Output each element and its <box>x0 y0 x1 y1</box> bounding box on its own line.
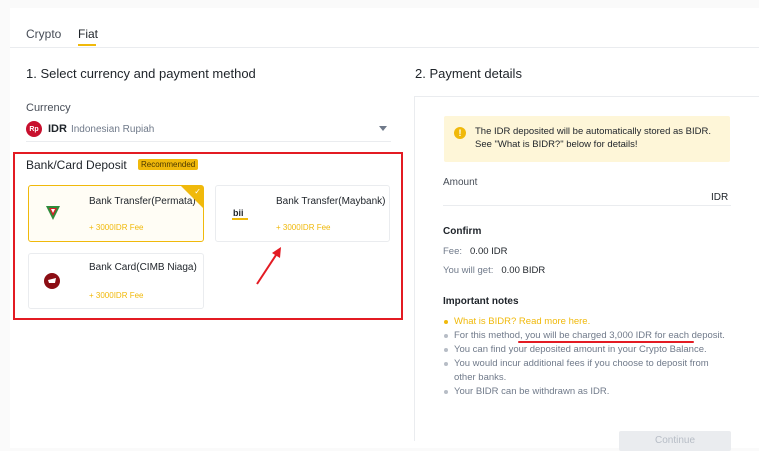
red-underline-annotation <box>518 341 694 343</box>
method-card-permata[interactable]: Bank Transfer(Permata) + 3000IDR Fee ✓ <box>28 185 204 242</box>
warning-icon: ! <box>454 127 466 139</box>
arrow-annotation-icon <box>256 247 281 285</box>
important-notes-list: What is BIDR? Read more here. For this m… <box>443 315 733 399</box>
amount-label: Amount <box>443 177 478 188</box>
tab-fiat[interactable]: Fiat <box>78 27 98 41</box>
currency-code: IDR <box>48 123 67 135</box>
method-name: Bank Transfer(Maybank) <box>276 196 386 207</box>
currency-name: Indonesian Rupiah <box>70 123 155 135</box>
list-item: Your BIDR can be withdrawn as IDR. <box>443 385 733 399</box>
fee-row: Fee: 0.00 IDR <box>443 246 508 257</box>
amount-input[interactable] <box>443 205 731 206</box>
method-fee: + 3000IDR Fee <box>89 291 144 300</box>
receive-label: You will get: <box>443 265 494 276</box>
cimb-logo-icon <box>44 273 60 289</box>
receive-value: 0.00 BIDR <box>501 265 546 276</box>
currency-label: Currency <box>26 102 71 114</box>
maybank-logo-icon: bii <box>232 208 248 220</box>
method-card-cimb[interactable]: Bank Card(CIMB Niaga) + 3000IDR Fee <box>28 253 204 309</box>
deposit-methods-title: Bank/Card Deposit <box>26 158 127 172</box>
maybank-logo-text: bii <box>233 208 244 218</box>
method-fee: + 3000IDR Fee <box>276 223 331 232</box>
method-name: Bank Card(CIMB Niaga) <box>89 262 197 273</box>
fee-label: Fee: <box>443 246 463 257</box>
notice-text: The IDR deposited will be automatically … <box>475 126 712 150</box>
continue-button[interactable]: Continue <box>619 431 731 451</box>
section-title-payment: 2. Payment details <box>415 66 522 81</box>
chevron-down-icon <box>379 126 387 131</box>
permata-logo-icon <box>46 206 60 220</box>
receive-row: You will get: 0.00 BIDR <box>443 265 545 276</box>
section-title-select: 1. Select currency and payment method <box>26 66 256 81</box>
amount-unit: IDR <box>711 192 729 203</box>
currency-select[interactable]: Rp IDR Indonesian Rupiah <box>26 117 391 142</box>
recommended-badge: Recommended <box>138 159 199 170</box>
method-card-maybank[interactable]: bii Bank Transfer(Maybank) + 3000IDR Fee <box>215 185 390 242</box>
fee-value: 0.00 IDR <box>470 246 508 257</box>
important-notes-title: Important notes <box>443 296 519 307</box>
tab-crypto[interactable]: Crypto <box>26 27 61 41</box>
what-is-bidr-link[interactable]: What is BIDR? Read more here. <box>443 315 733 329</box>
confirm-title: Confirm <box>443 226 482 237</box>
rupiah-icon: Rp <box>26 121 42 137</box>
list-item: You would incur additional fees if you c… <box>443 357 733 385</box>
method-fee: + 3000IDR Fee <box>89 223 144 232</box>
bidr-notice: ! The IDR deposited will be automaticall… <box>444 116 730 162</box>
check-icon: ✓ <box>194 187 201 196</box>
list-item: You can find your deposited amount in yo… <box>443 343 733 357</box>
active-tab-indicator <box>78 44 96 46</box>
tab-divider <box>10 47 759 48</box>
